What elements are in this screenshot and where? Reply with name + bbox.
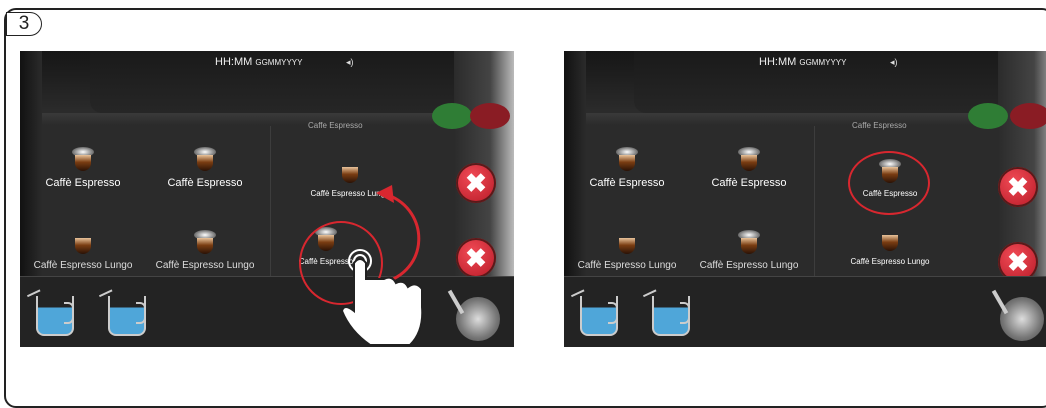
espresso-cup-icon bbox=[877, 231, 903, 253]
volume-icon[interactable]: ◂) bbox=[346, 57, 354, 68]
drink-item[interactable]: Caffè Espresso bbox=[23, 147, 143, 189]
hot-water-icon[interactable] bbox=[1000, 297, 1044, 341]
volume-icon[interactable]: ◂) bbox=[890, 57, 898, 68]
milk-pitcher-icon[interactable] bbox=[26, 286, 74, 338]
green-button-peek bbox=[432, 103, 472, 129]
green-button-peek bbox=[968, 103, 1008, 129]
drink-item[interactable]: Caffè Espresso Lungo bbox=[23, 234, 143, 271]
drink-item[interactable]: Caffè Espresso Lungo bbox=[567, 234, 687, 271]
milk-pitcher-icon[interactable] bbox=[570, 286, 618, 338]
screen-before: HH:MM GGMMYYYY ◂) Caffe Espresso Caffè E… bbox=[20, 51, 514, 347]
scrolled-item-label: Caffe Espresso bbox=[308, 121, 363, 130]
drink-item[interactable]: Caffè Espresso Lungo bbox=[145, 230, 265, 271]
espresso-cup-icon bbox=[70, 234, 96, 256]
espresso-cup-icon bbox=[736, 230, 762, 256]
step-number: 3 bbox=[6, 12, 42, 36]
status-clock: HH:MM GGMMYYYY bbox=[215, 56, 303, 68]
delete-button[interactable]: ✖ bbox=[998, 167, 1038, 207]
red-button-peek bbox=[1010, 103, 1046, 129]
status-clock: HH:MM GGMMYYYY bbox=[759, 56, 847, 68]
espresso-cup-icon bbox=[736, 147, 762, 173]
milk-pitcher-icon[interactable] bbox=[98, 286, 146, 338]
selection-highlight bbox=[848, 151, 930, 215]
red-button-peek bbox=[470, 103, 510, 129]
espresso-cup-icon bbox=[614, 147, 640, 173]
espresso-cup-icon bbox=[614, 234, 640, 256]
hot-water-icon[interactable] bbox=[456, 297, 500, 341]
delete-button[interactable]: ✖ bbox=[456, 163, 496, 203]
espresso-cup-icon bbox=[192, 230, 218, 256]
drink-item[interactable]: Caffè Espresso bbox=[689, 147, 809, 189]
espresso-cup-icon bbox=[192, 147, 218, 173]
delete-button[interactable]: ✖ bbox=[456, 238, 496, 278]
espresso-cup-icon bbox=[70, 147, 96, 173]
hand-pointer-icon bbox=[340, 249, 424, 346]
drink-item[interactable]: Caffè Espresso Lungo bbox=[830, 231, 950, 266]
drink-item[interactable]: Caffè Espresso bbox=[567, 147, 687, 189]
scrolled-item-label: Caffe Espresso bbox=[852, 121, 907, 130]
drink-item[interactable]: Caffè Espresso bbox=[145, 147, 265, 189]
screen-after: HH:MM GGMMYYYY ◂) Caffe Espresso Caffè E… bbox=[564, 51, 1046, 347]
milk-pitcher-icon[interactable] bbox=[642, 286, 690, 338]
drink-item[interactable]: Caffè Espresso Lungo bbox=[689, 230, 809, 271]
